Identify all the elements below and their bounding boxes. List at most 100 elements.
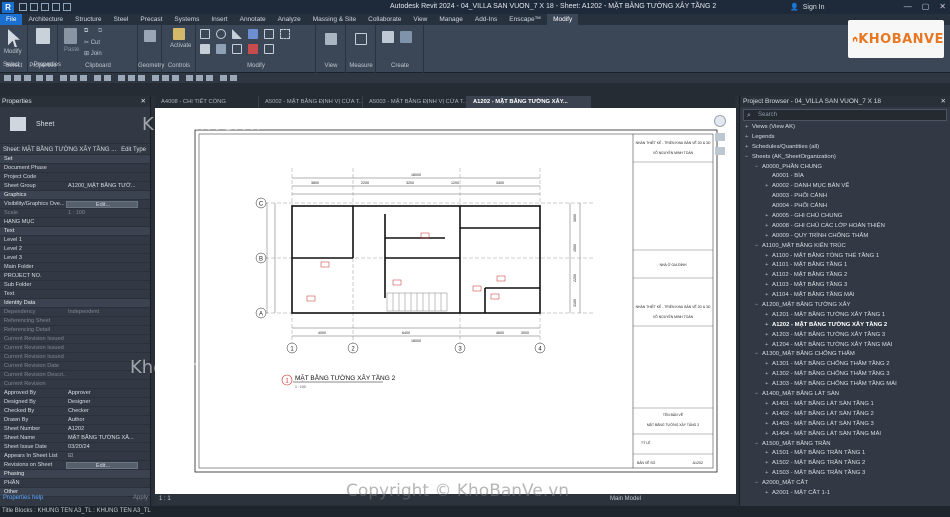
view-icon[interactable] [325,33,337,45]
ribbon-tab[interactable]: Add-Ins [469,14,503,25]
open-icon[interactable] [19,3,27,11]
ribbon-tab[interactable]: Insert [205,14,233,25]
tool-icon[interactable] [152,75,159,81]
property-value[interactable] [66,380,138,388]
ribbon-tab[interactable]: Steel [108,14,135,25]
property-value[interactable] [66,254,138,262]
browser-item[interactable]: + A0008 - GHI CHÚ CÁC LỚP HOÀN THIỆN [740,222,950,232]
expand-icon[interactable]: + [765,271,772,281]
property-value[interactable] [66,362,138,370]
close-icon[interactable]: ✕ [941,96,946,107]
expand-icon[interactable]: + [765,400,772,410]
tool-icon[interactable] [118,75,125,81]
property-value[interactable]: 03/20/24 [66,443,138,451]
tool-icon[interactable] [138,75,145,81]
split-icon[interactable] [200,44,210,54]
browser-item[interactable]: + A1101 - MẶT BẰNG TẦNG 1 [740,261,950,271]
ribbon-tab[interactable]: Collaborate [362,14,407,25]
view-tab[interactable]: A4008 - CHI TIẾT CỔNG [155,96,259,108]
browser-item[interactable]: + A1401 - MẶT BẰNG LÁT SÀN TẦNG 1 [740,400,950,410]
browser-item[interactable]: + A0005 - GHI CHÚ CHUNG [740,212,950,222]
expand-icon[interactable]: + [765,222,772,232]
create-assembly-icon[interactable] [382,31,394,43]
cut-button[interactable]: ✂ Cut [84,39,100,46]
expand-icon[interactable]: + [765,449,772,459]
close-icon[interactable]: ✕ [939,2,946,11]
ribbon-tab[interactable]: Manage [433,14,469,25]
property-group[interactable]: Text [0,227,150,236]
expand-icon[interactable]: + [765,311,772,321]
property-value[interactable] [66,290,138,298]
browser-item[interactable]: + A1301 - MẶT BẰNG CHỐNG THẤM TẦNG 2 [740,360,950,370]
tool-icon[interactable] [172,75,179,81]
expand-icon[interactable]: + [765,281,772,291]
type-selector[interactable]: Sheet: MẶT BẰNG TƯỜNG XÂY TẦNG ... Edit … [0,143,150,155]
expand-icon[interactable]: + [765,341,772,351]
property-value[interactable] [66,344,138,352]
tool-icon[interactable] [46,75,53,81]
browser-item[interactable]: A0003 - PHỐI CẢNH [740,192,950,202]
model-selector[interactable]: Main Model [610,494,641,505]
select-dropdown[interactable]: Select [3,62,20,72]
collapse-icon[interactable]: − [755,390,762,400]
ribbon-tab[interactable]: File [0,14,23,25]
property-value[interactable] [66,353,138,361]
property-value[interactable] [66,245,138,253]
expand-icon[interactable]: + [765,380,772,390]
expand-icon[interactable]: + [765,360,772,370]
zoom-icon[interactable] [715,133,725,141]
copy-element-icon[interactable] [264,29,274,39]
collapse-icon[interactable]: − [755,479,762,489]
property-value[interactable]: Checker [66,407,138,415]
ribbon-tab[interactable]: Modify [547,14,579,25]
view-scale-value[interactable]: 1 : 1 [159,496,171,502]
tool-icon[interactable] [80,75,87,81]
expand-icon[interactable]: + [765,430,772,440]
expand-icon[interactable]: + [765,182,772,192]
tool-icon[interactable] [4,75,11,81]
property-value[interactable] [66,371,138,379]
expand-icon[interactable]: + [765,370,772,380]
browser-item[interactable]: + A1404 - MẶT BẰNG LÁT SÀN TẦNG MÁI [740,430,950,440]
browser-item[interactable]: + A1103 - MẶT BẰNG TẦNG 3 [740,281,950,291]
scale-icon[interactable] [232,44,242,54]
browser-item[interactable]: − A0000_PHẦN CHUNG [740,163,950,173]
property-edit-button[interactable]: Edit... [66,462,138,469]
browser-item[interactable]: − A1200_MẶT BẰNG TƯỜNG XÂY [740,301,950,311]
browser-item[interactable]: + A1100 - MẶT BẰNG TỔNG THỂ TẦNG 1 [740,252,950,262]
expand-icon[interactable]: + [765,232,772,242]
property-group[interactable]: Set [0,155,150,164]
property-value[interactable] [66,326,138,334]
browser-item[interactable]: + A1303 - MẶT BẰNG CHỐNG THẤM TẦNG MÁI [740,380,950,390]
delete-icon[interactable] [248,44,258,54]
collapse-icon[interactable]: − [755,242,762,252]
expand-icon[interactable]: + [765,489,772,499]
browser-item[interactable]: + A2001 - MẶT CẮT 1-1 [740,489,950,499]
browser-item[interactable]: + A0009 - QUY TRÌNH CHỐNG THẤM [740,232,950,242]
property-value[interactable]: A1202 [66,425,138,433]
browser-item[interactable]: − Sheets (AK_SheetOrganization) [740,153,950,163]
browser-item[interactable]: A0004 - PHỐI CẢNH [740,202,950,212]
tool-icon[interactable] [162,75,169,81]
expand-icon[interactable]: + [765,291,772,301]
browser-item[interactable]: A0001 - BÌA [740,172,950,182]
collapse-icon[interactable]: − [745,153,752,163]
properties-help-link[interactable]: Properties help [3,493,43,504]
minimize-icon[interactable]: — [904,2,912,11]
collapse-icon[interactable]: − [755,301,762,311]
property-value[interactable]: Author [66,416,138,424]
expand-icon[interactable]: + [765,410,772,420]
maximize-icon[interactable]: ▢ [922,2,930,11]
tool-icon[interactable] [94,75,101,81]
copy-icon[interactable]: ⧉ [84,28,88,35]
join-button[interactable]: ⊞ Join [84,50,102,57]
edit-type-button[interactable]: Edit Type [121,147,146,153]
copy-to-clipboard-icon[interactable]: ⧉ [98,28,102,35]
browser-item[interactable]: − A2000_MẶT CẮT [740,479,950,489]
tool-icon[interactable] [14,75,21,81]
browser-item[interactable]: + A1502 - MẶT BẰNG TRẦN TẦNG 2 [740,459,950,469]
browser-item[interactable]: + A1204 - MẶT BẰNG TƯỜNG XÂY TẦNG MÁI [740,341,950,351]
browser-item[interactable]: + A1403 - MẶT BẰNG LÁT SÀN TẦNG 3 [740,420,950,430]
ribbon-tab[interactable]: Enscape™ [503,14,547,25]
paste-icon[interactable] [64,28,77,44]
